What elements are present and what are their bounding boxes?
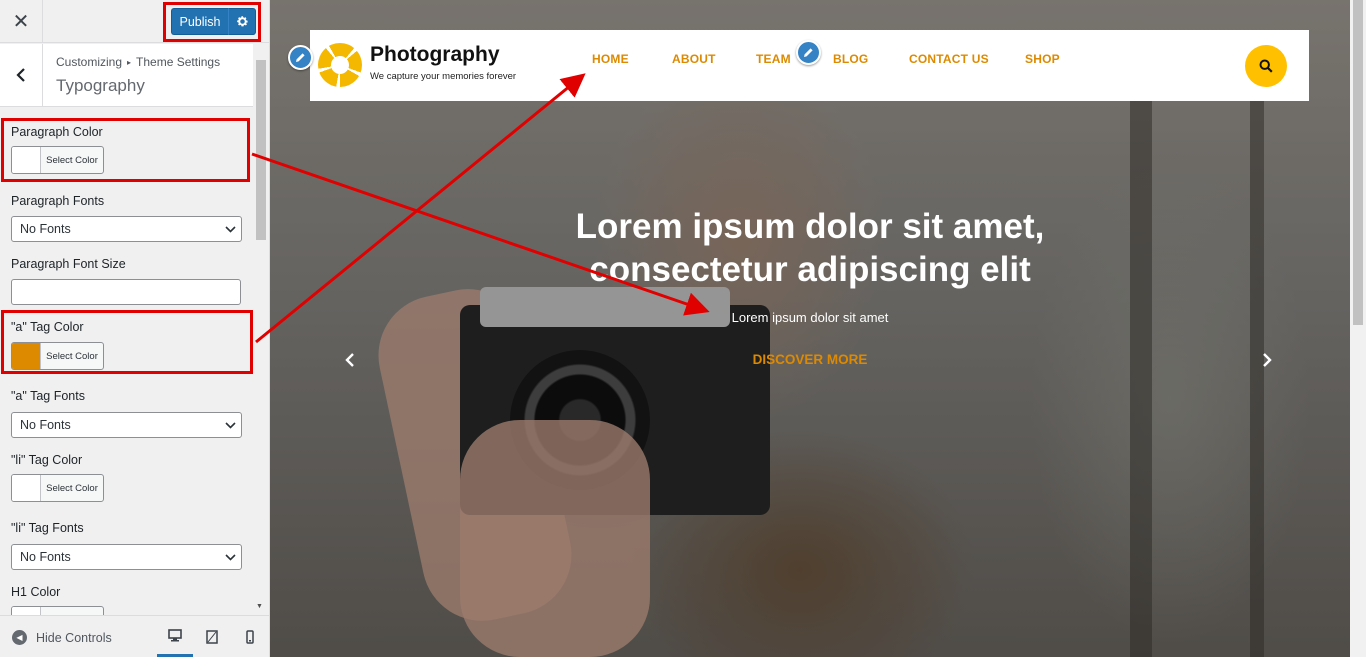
breadcrumb: Customizing ▸ Theme Settings [56,55,220,69]
search-icon [1259,59,1273,73]
li-tag-fonts-select[interactable]: No Fonts [11,544,242,570]
nav-blog[interactable]: BLOG [833,52,868,66]
chevron-left-icon [16,68,25,82]
h1-color-swatch [12,607,41,615]
breadcrumb-separator: ▸ [127,58,132,67]
paragraph-font-size-input[interactable] [11,279,241,305]
collapse-icon: ◀ [12,630,27,645]
preview-tablet-button[interactable] [194,616,230,657]
chevron-left-icon [345,353,354,367]
mobile-icon [246,630,254,644]
nav-team[interactable]: TEAM [756,52,791,66]
paragraph-fonts-label: Paragraph Fonts [11,194,105,208]
tablet-icon [206,630,218,644]
li-tag-color-label: "li" Tag Color [11,453,83,467]
publish-highlight-box [163,2,261,42]
back-button[interactable] [0,44,43,106]
h1-color-picker[interactable] [11,606,104,615]
li-tag-color-picker[interactable]: Select Color [11,474,104,502]
section-header: Customizing ▸ Theme Settings Typography [0,44,253,107]
breadcrumb-theme-settings: Theme Settings [136,55,221,69]
select-color-text: Select Color [46,482,98,494]
close-icon: ✕ [12,11,30,33]
breadcrumb-customizing: Customizing [56,55,123,69]
a-tag-fonts-select[interactable]: No Fonts [11,412,242,438]
chevron-down-icon [224,421,236,429]
nav-home[interactable]: HOME [592,52,629,66]
paragraph-fonts-value: No Fonts [20,222,71,236]
scroll-down-icon[interactable]: ▼ [256,603,263,610]
paragraph-color-highlight-box [1,118,250,182]
hero-title-line-1: Lorem ipsum dolor sit amet, [575,207,1045,246]
search-button[interactable] [1245,45,1287,87]
li-tag-fonts-label: "li" Tag Fonts [11,521,84,535]
select-color-text [41,607,103,615]
a-tag-fonts-label: "a" Tag Fonts [11,389,85,403]
hide-controls-label: Hide Controls [36,630,112,645]
slider-next-button[interactable] [1262,348,1272,374]
customizer-footer: ◀ Hide Controls [0,615,269,657]
section-title: Typography [56,76,145,95]
nav-shop[interactable]: SHOP [1025,52,1060,66]
li-tag-color-swatch [12,475,41,501]
paragraph-fonts-select[interactable]: No Fonts [11,216,242,242]
hero-subtitle: Lorem ipsum dolor sit amet [731,310,889,325]
nav-about[interactable]: ABOUT [672,52,716,66]
site-preview: Photography We capture your memories for… [270,0,1350,657]
edit-logo-shortcut[interactable] [288,45,313,70]
chevron-down-icon [224,225,236,233]
site-title[interactable]: Photography [370,43,500,67]
pencil-icon [804,48,813,57]
discover-more-button[interactable]: DISCOVER MORE [270,352,1350,367]
site-tagline: We capture your memories forever [370,71,517,82]
nav-contact-us[interactable]: CONTACT US [909,52,989,66]
hero-title: Lorem ipsum dolor sit amet, consectetur … [270,205,1350,291]
chevron-right-icon [1263,353,1272,367]
pencil-icon [296,53,305,62]
paragraph-font-size-label: Paragraph Font Size [11,257,126,271]
hide-controls-button[interactable]: ◀ Hide Controls [12,630,112,645]
hero-title-line-2: consectetur adipiscing elit [589,250,1031,289]
sidebar-scrollbar-thumb[interactable] [256,60,266,240]
camera-aperture-icon[interactable] [318,43,362,87]
desktop-icon [168,628,182,641]
a-tag-color-highlight-box [1,310,253,374]
h1-color-label: H1 Color [11,585,61,599]
a-tag-fonts-value: No Fonts [20,418,71,432]
preview-mobile-button[interactable] [232,616,268,657]
slider-prev-button[interactable] [345,348,355,374]
edit-menu-shortcut[interactable] [796,40,821,65]
chevron-down-icon [224,553,236,561]
li-tag-fonts-value: No Fonts [20,550,71,564]
page-scrollbar-thumb[interactable] [1353,0,1363,325]
close-customizer-button[interactable]: ✕ [0,0,43,43]
page-scrollbar[interactable] [1350,0,1366,657]
preview-desktop-button[interactable] [157,616,193,657]
